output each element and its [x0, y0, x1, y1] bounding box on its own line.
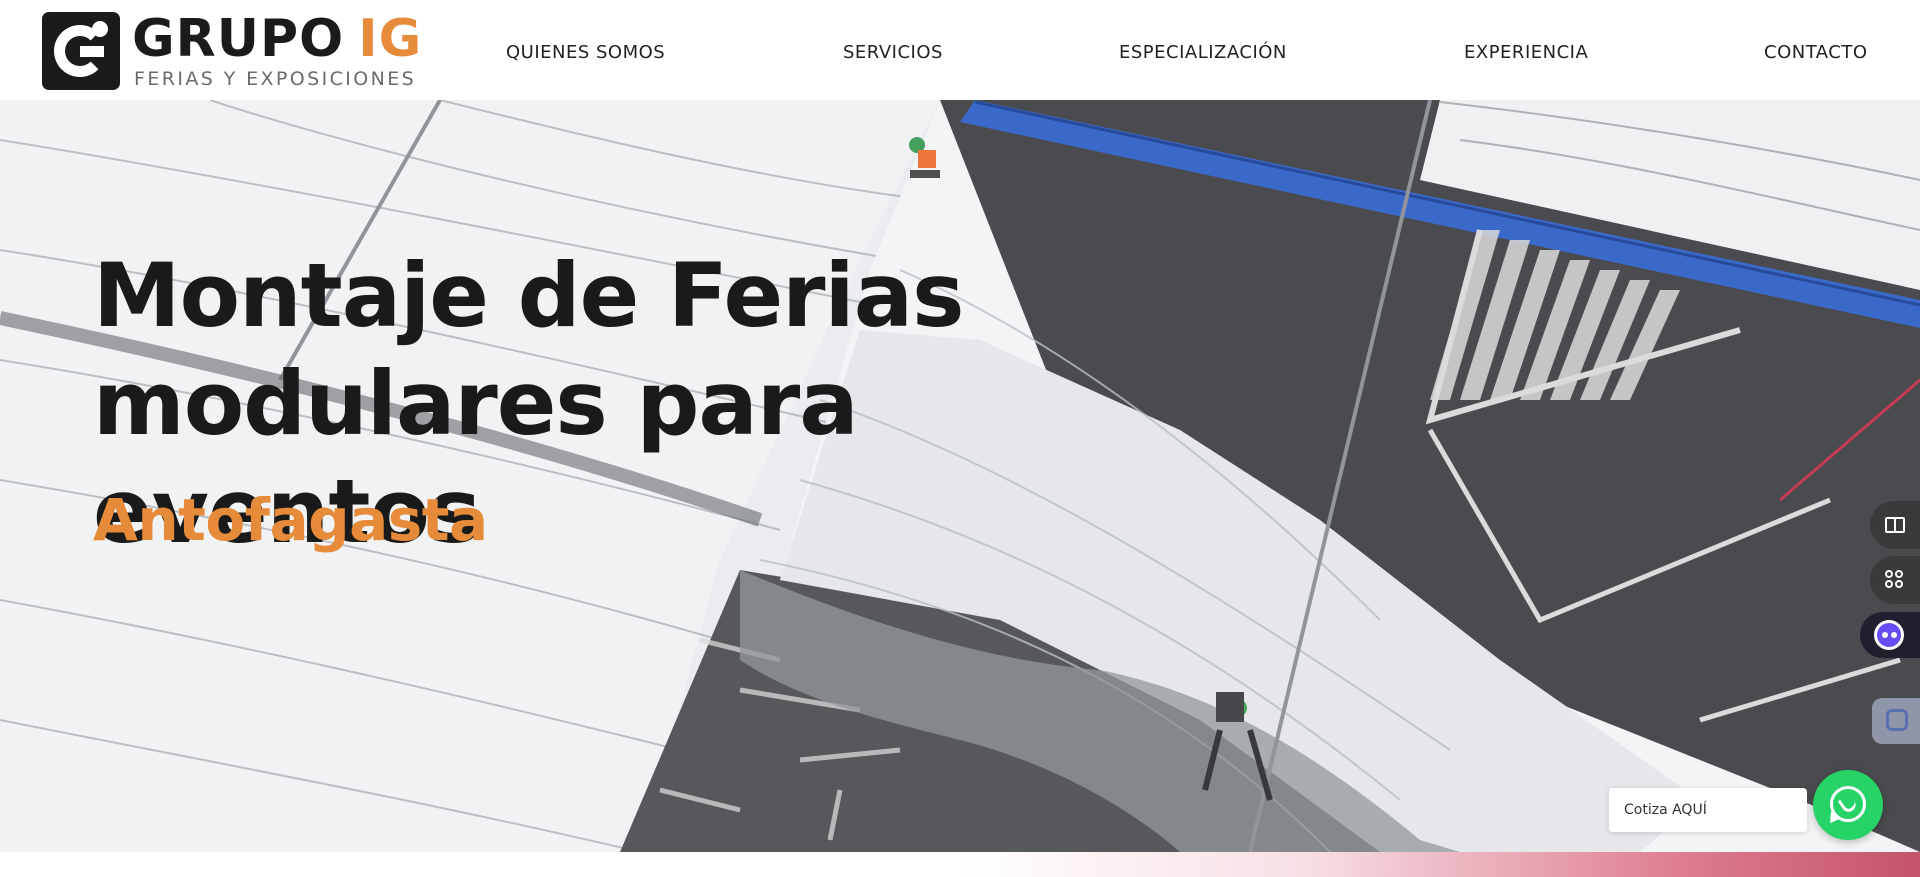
site-header: GRUPO IG FERIAS Y EXPOSICIONES QUIENES SO…	[0, 0, 1920, 100]
brand-logo[interactable]: GRUPO IG FERIAS Y EXPOSICIONES	[42, 9, 422, 92]
accessibility-cursor-button[interactable]	[1872, 698, 1920, 744]
ai-assistant-button[interactable]	[1860, 612, 1920, 658]
hero-section: Montaje de Ferias modulares para eventos…	[0, 100, 1920, 852]
logo-word-ig: IG	[358, 9, 423, 69]
logo-wordmark: GRUPO IG	[132, 8, 422, 70]
logo-mark-icon	[42, 12, 120, 90]
side-book-button[interactable]	[1870, 501, 1920, 549]
nav-item-experiencia[interactable]: EXPERIENCIA	[1464, 42, 1588, 63]
nav-item-quienes-somos[interactable]: QUIENES SOMOS	[506, 42, 665, 63]
book-icon	[1885, 517, 1905, 533]
nav-item-servicios[interactable]: SERVICIOS	[843, 42, 943, 63]
nav-item-contacto[interactable]: CONTACTO	[1764, 42, 1868, 63]
logo-tagline: FERIAS Y EXPOSICIONES	[134, 68, 417, 90]
hero-location: Antofagasta	[93, 486, 488, 554]
cotiza-chat-label[interactable]: Cotiza AQUÍ	[1609, 788, 1807, 832]
ai-assistant-icon	[1874, 620, 1904, 650]
logo-word-grupo: GRUPO	[132, 9, 345, 69]
nav-item-especializacion[interactable]: ESPECIALIZACIÓN	[1119, 42, 1287, 63]
grid-icon	[1885, 570, 1905, 590]
hero-title-line-1: Montaje de Ferias	[93, 244, 964, 347]
whatsapp-button[interactable]	[1813, 770, 1883, 840]
cursor-icon	[1886, 709, 1908, 731]
bottom-gradient-strip	[0, 852, 1920, 877]
side-menu-button[interactable]	[1870, 556, 1920, 604]
